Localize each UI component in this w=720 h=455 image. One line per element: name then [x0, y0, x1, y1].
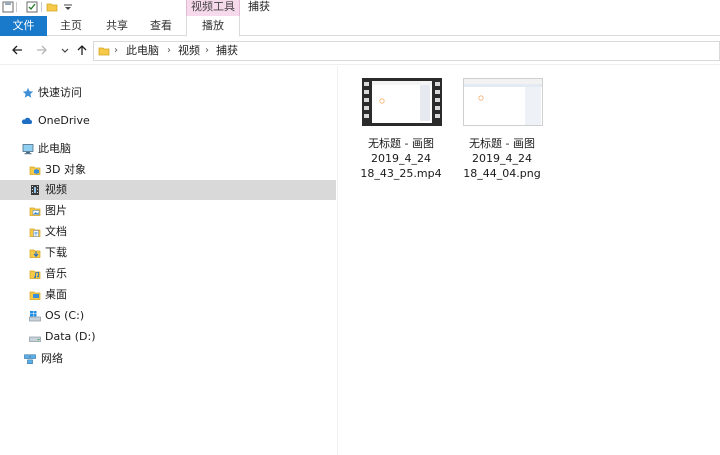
- video-tools-context-group: 视频工具: [186, 0, 240, 16]
- file-list: 无标题 - 画图 2019_4_24 18_43_25.mp4 无标题 - 画图…: [339, 66, 720, 455]
- video-folder-icon: [31, 185, 39, 195]
- video-thumbnail: [362, 78, 442, 126]
- nav-item-documents[interactable]: 文档: [0, 222, 336, 242]
- new-folder-icon[interactable]: [46, 1, 58, 13]
- cloud-icon: [21, 117, 33, 124]
- nav-label: 网络: [41, 352, 63, 365]
- nav-item-downloads[interactable]: 下载: [0, 243, 336, 263]
- ribbon-tabs: 文件 主页 共享 查看 播放: [0, 16, 720, 37]
- nav-label: 下载: [45, 246, 67, 259]
- music-folder-icon: [29, 270, 41, 279]
- nav-label: 音乐: [45, 267, 67, 280]
- nav-label: 桌面: [45, 288, 67, 301]
- nav-label: 文档: [45, 225, 67, 238]
- address-bar[interactable]: › 此电脑 › 视频 › 捕获: [93, 41, 720, 61]
- tab-share[interactable]: 共享: [96, 16, 138, 36]
- nav-label: 视频: [45, 183, 67, 196]
- nav-item-this-pc[interactable]: 此电脑: [0, 139, 336, 159]
- nav-label: OS (C:): [45, 309, 85, 322]
- downloads-folder-icon: [29, 249, 41, 258]
- nav-label: Data (D:): [45, 330, 96, 343]
- customize-chevron-icon[interactable]: [62, 1, 74, 13]
- breadcrumb-separator: ›: [114, 45, 118, 56]
- breadcrumb-separator: ›: [167, 45, 171, 56]
- image-thumbnail: [463, 78, 543, 126]
- window-title: 捕获: [248, 0, 270, 13]
- up-button[interactable]: [75, 43, 89, 57]
- nav-item-3d-objects[interactable]: 3D 对象: [0, 160, 336, 180]
- pictures-folder-icon: [29, 207, 41, 216]
- 3d-objects-icon: [29, 166, 41, 175]
- desktop-folder-icon: [29, 291, 41, 300]
- nav-label: OneDrive: [38, 114, 90, 127]
- file-name: 无标题 - 画图 2019_4_24 18_44_04.png: [463, 137, 541, 180]
- nav-item-onedrive[interactable]: OneDrive: [0, 111, 336, 131]
- file-name: 无标题 - 画图 2019_4_24 18_43_25.mp4: [360, 137, 442, 180]
- recent-locations-button[interactable]: [58, 43, 72, 57]
- context-group-label: 视频工具: [191, 0, 235, 13]
- nav-item-os-c[interactable]: OS (C:): [0, 306, 336, 326]
- navigation-pane: 快速访问 OneDrive 此电脑 3D 对象 视频 图片 文档 下载 音乐 桌…: [0, 66, 338, 455]
- properties-icon[interactable]: [26, 1, 38, 13]
- file-item-mp4[interactable]: 无标题 - 画图 2019_4_24 18_43_25.mp4: [351, 78, 451, 188]
- chevron-down-icon: [61, 48, 69, 53]
- save-icon[interactable]: [2, 1, 14, 13]
- forward-button[interactable]: [35, 43, 49, 57]
- tab-view[interactable]: 查看: [140, 16, 182, 36]
- drive-icon: [29, 336, 41, 342]
- nav-item-music[interactable]: 音乐: [0, 264, 336, 284]
- documents-folder-icon: [29, 228, 41, 237]
- quick-access-separator: [16, 2, 17, 12]
- back-button[interactable]: [10, 43, 24, 57]
- back-arrow-icon: [12, 45, 22, 55]
- breadcrumb-videos[interactable]: 视频: [178, 44, 200, 58]
- star-icon: [22, 87, 34, 98]
- nav-label: 3D 对象: [45, 163, 86, 176]
- nav-item-desktop[interactable]: 桌面: [0, 285, 336, 305]
- windows-drive-icon: [29, 311, 41, 322]
- quick-access-separator: [41, 2, 42, 12]
- nav-item-videos[interactable]: 视频: [0, 180, 336, 200]
- folder-icon: [98, 47, 110, 56]
- nav-item-quick-access[interactable]: 快速访问: [0, 83, 336, 103]
- computer-icon: [22, 144, 34, 155]
- tab-play[interactable]: 播放: [186, 16, 240, 37]
- up-arrow-icon: [77, 45, 87, 55]
- tab-file[interactable]: 文件: [0, 16, 47, 36]
- address-row: › 此电脑 › 视频 › 捕获: [0, 37, 720, 65]
- nav-item-network[interactable]: 网络: [0, 349, 336, 369]
- network-icon: [24, 354, 36, 364]
- breadcrumb-separator: ›: [205, 45, 209, 56]
- nav-label: 图片: [45, 204, 67, 217]
- nav-item-data-d[interactable]: Data (D:): [0, 327, 336, 347]
- title-bar: 视频工具 捕获: [0, 0, 720, 16]
- nav-item-pictures[interactable]: 图片: [0, 201, 336, 221]
- file-item-png[interactable]: 无标题 - 画图 2019_4_24 18_44_04.png: [452, 78, 552, 188]
- breadcrumb-capture[interactable]: 捕获: [216, 44, 238, 58]
- nav-label: 此电脑: [38, 142, 71, 155]
- tab-home[interactable]: 主页: [48, 16, 94, 36]
- forward-arrow-icon: [37, 45, 47, 55]
- nav-label: 快速访问: [38, 86, 82, 99]
- breadcrumb-this-pc[interactable]: 此电脑: [126, 44, 159, 58]
